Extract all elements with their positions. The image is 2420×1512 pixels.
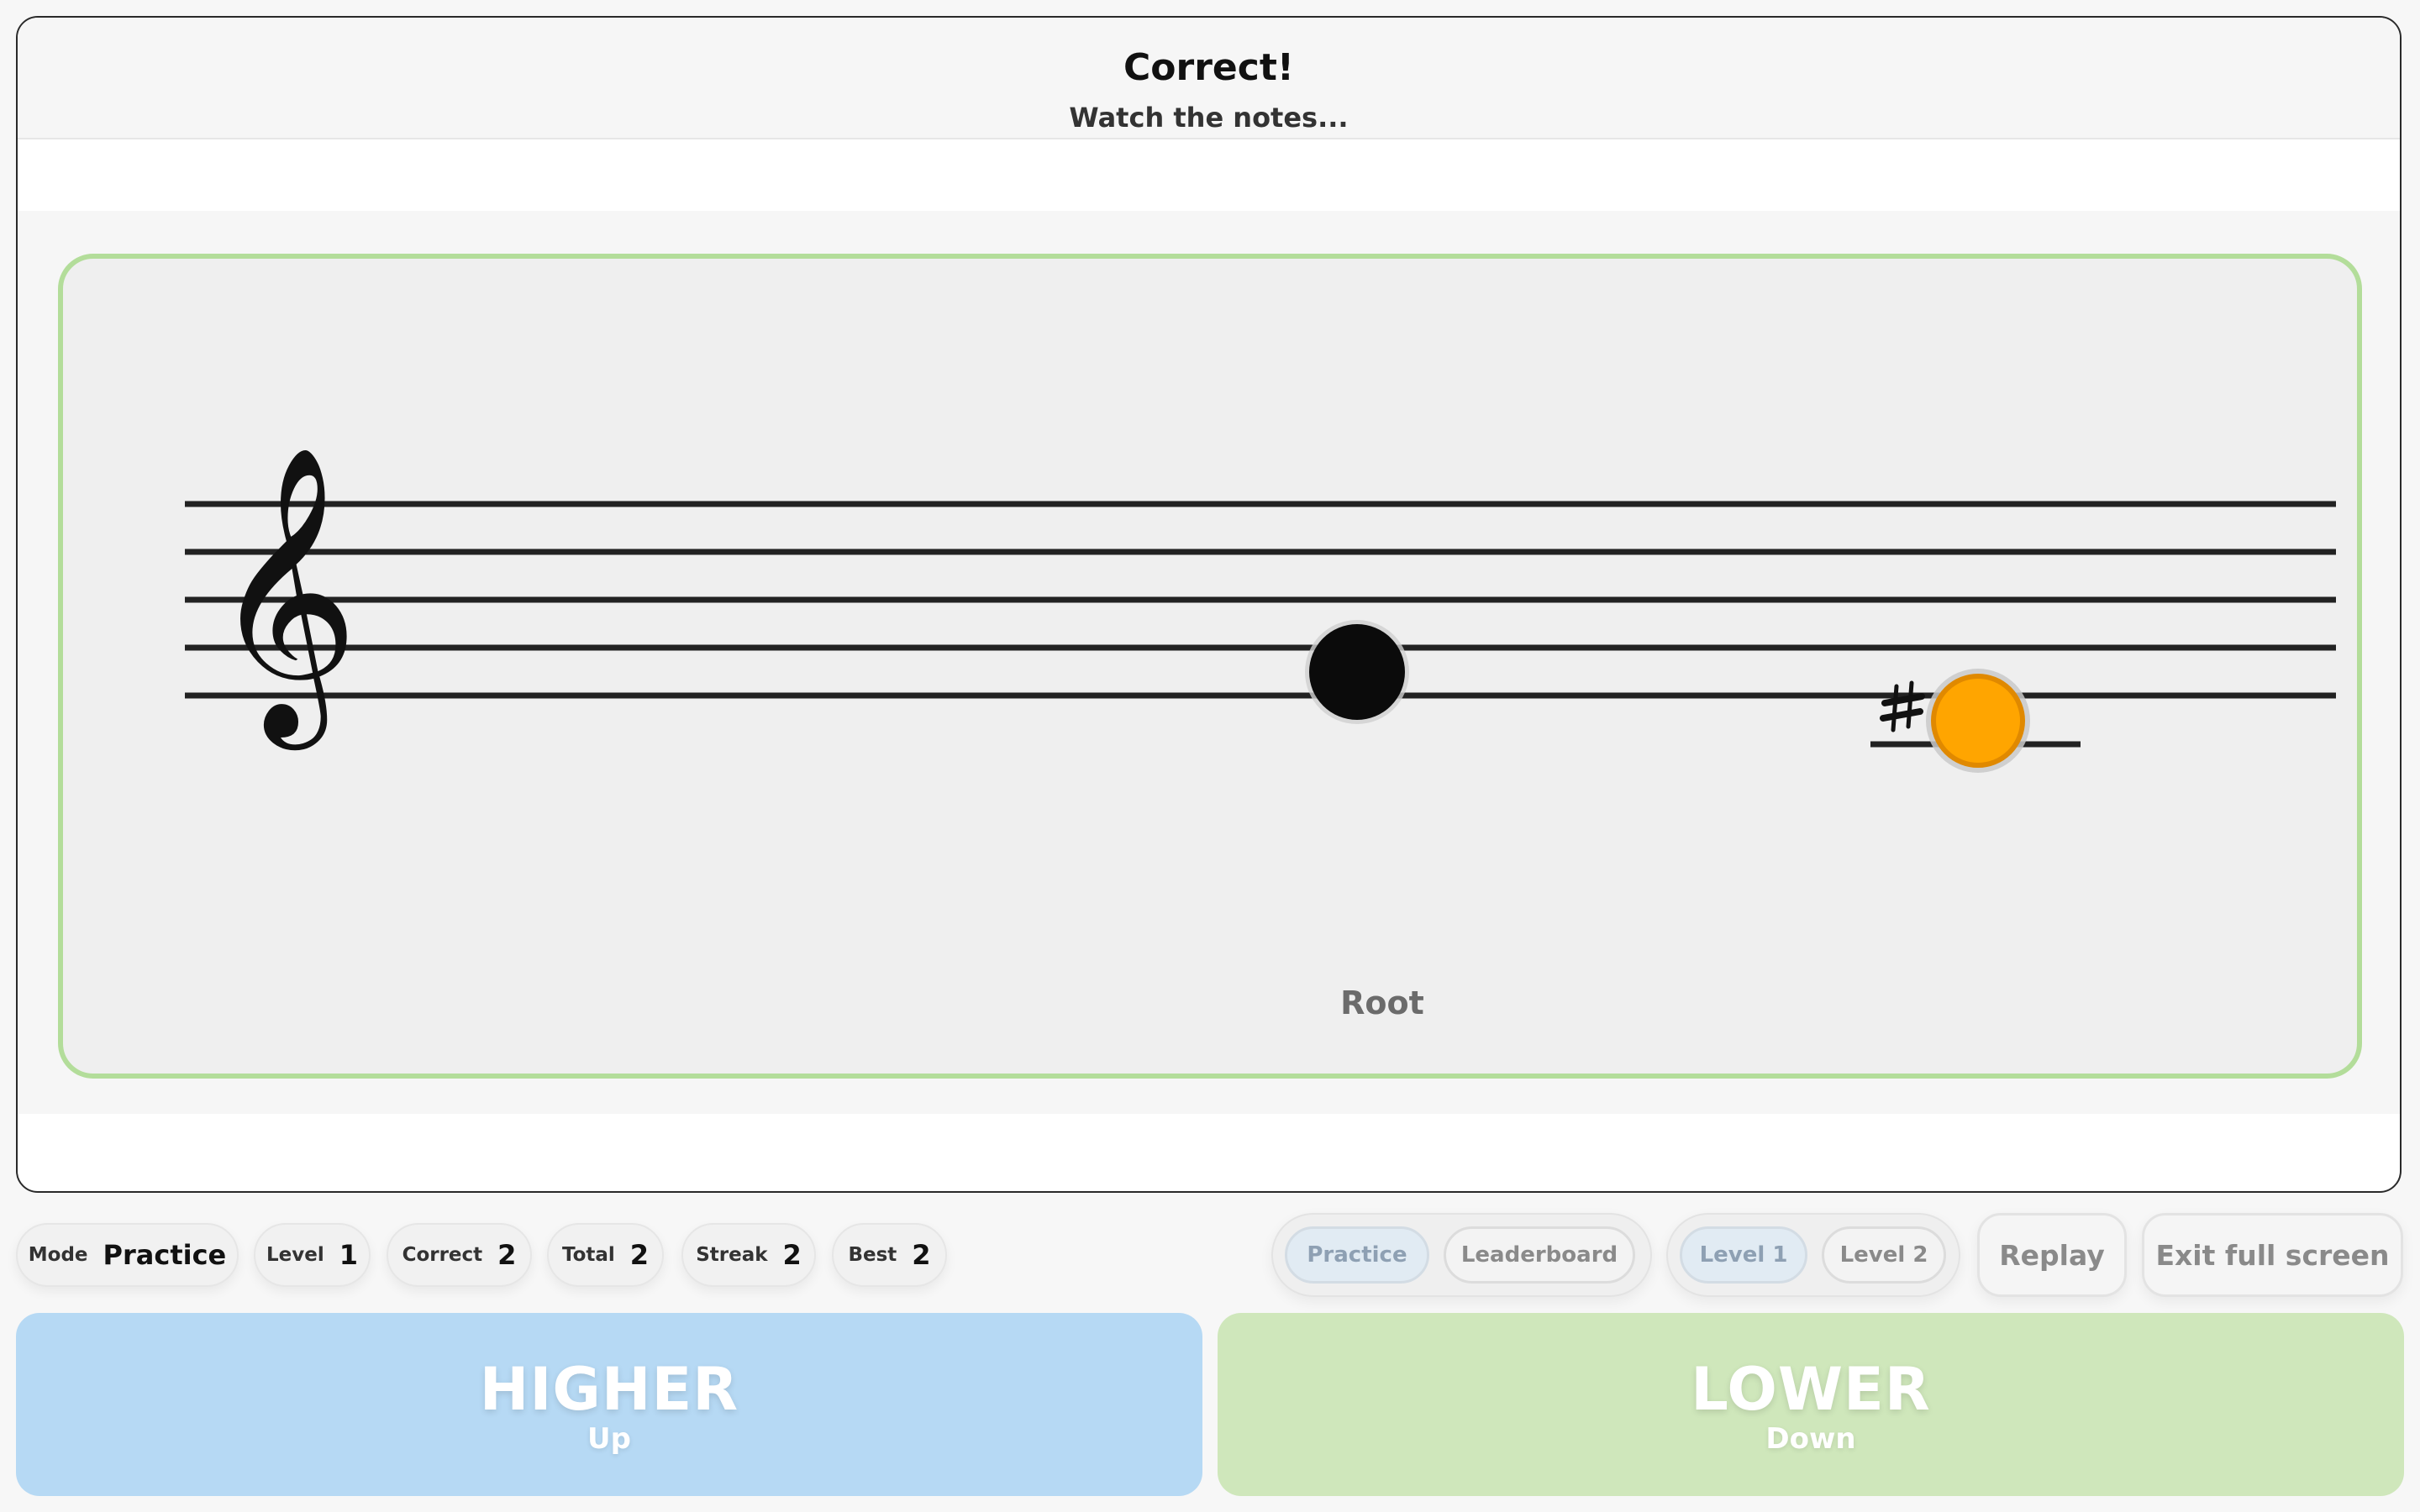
exit-fullscreen-button[interactable]: Exit full screen bbox=[2142, 1213, 2403, 1297]
staff-stage: 𝄞 Root bbox=[18, 211, 2400, 1114]
lower-label: LOWER bbox=[1691, 1355, 1931, 1424]
stat-label: Best bbox=[848, 1244, 897, 1266]
stat-label: Mode bbox=[28, 1244, 88, 1266]
stat-label: Level bbox=[266, 1244, 324, 1266]
svg-text:𝄞: 𝄞 bbox=[210, 444, 359, 752]
root-label: Root bbox=[1340, 984, 1424, 1021]
sharp-icon bbox=[1880, 680, 1925, 732]
stat-value: 2 bbox=[912, 1239, 931, 1271]
staff-card: 𝄞 Root bbox=[58, 254, 2362, 1079]
status-header: Correct! Watch the notes... bbox=[18, 18, 2400, 139]
higher-button[interactable]: HIGHER Up bbox=[16, 1313, 1202, 1496]
stat-label: Correct bbox=[402, 1244, 483, 1266]
stat-level: Level 1 bbox=[254, 1223, 371, 1287]
stat-streak: Streak 2 bbox=[681, 1223, 816, 1287]
mode-toggle: Practice Leaderboard bbox=[1271, 1213, 1652, 1297]
lower-hint: Down bbox=[1765, 1422, 1856, 1456]
stat-label: Total bbox=[561, 1244, 615, 1266]
replay-button[interactable]: Replay bbox=[1977, 1213, 2127, 1297]
higher-label: HIGHER bbox=[479, 1355, 739, 1424]
stat-value: Practice bbox=[103, 1239, 227, 1271]
stat-correct: Correct 2 bbox=[387, 1223, 532, 1287]
exercise-panel: Correct! Watch the notes... 𝄞 Root bbox=[16, 16, 2402, 1193]
stat-value: 2 bbox=[782, 1239, 802, 1271]
mode-practice-button[interactable]: Practice bbox=[1285, 1226, 1429, 1284]
stat-value: 1 bbox=[339, 1239, 358, 1271]
higher-hint: Up bbox=[587, 1422, 631, 1456]
status-title: Correct! bbox=[1123, 46, 1294, 89]
root-note bbox=[1305, 620, 1409, 724]
lower-button[interactable]: LOWER Down bbox=[1218, 1313, 2404, 1496]
treble-clef-icon: 𝄞 bbox=[210, 444, 359, 752]
stat-value: 2 bbox=[497, 1239, 517, 1271]
stat-mode: Mode Practice bbox=[16, 1223, 239, 1287]
level-2-button[interactable]: Level 2 bbox=[1822, 1226, 1946, 1284]
played-note bbox=[1926, 669, 2030, 773]
staff-lines bbox=[185, 501, 2336, 699]
stat-total: Total 2 bbox=[547, 1223, 664, 1287]
level-toggle: Level 1 Level 2 bbox=[1666, 1213, 1960, 1297]
stat-value: 2 bbox=[629, 1239, 650, 1271]
mode-leaderboard-button[interactable]: Leaderboard bbox=[1444, 1226, 1635, 1284]
music-staff: 𝄞 bbox=[185, 444, 2336, 773]
stat-label: Streak bbox=[696, 1244, 768, 1266]
level-1-button[interactable]: Level 1 bbox=[1680, 1226, 1807, 1284]
stat-best: Best 2 bbox=[832, 1223, 947, 1287]
status-subtitle: Watch the notes... bbox=[1069, 102, 1349, 134]
